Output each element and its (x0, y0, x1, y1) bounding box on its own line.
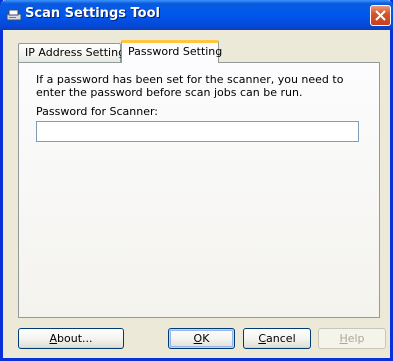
ok-mnemonic: O (193, 332, 203, 345)
title-bar[interactable]: Scan Settings Tool (0, 0, 393, 30)
cancel-button[interactable]: Cancel (243, 328, 311, 349)
about-mnemonic: A (49, 332, 58, 345)
password-label: Password for Scanner: (36, 105, 159, 118)
cancel-mnemonic: C (258, 332, 267, 345)
password-description: If a password has been set for the scann… (36, 73, 344, 99)
close-button[interactable] (370, 5, 391, 26)
tab-password-setting[interactable]: Password Setting (121, 40, 222, 63)
about-button[interactable]: About... (18, 328, 124, 349)
scanner-icon (6, 7, 22, 21)
about-label-rest: bout... (57, 332, 93, 345)
password-input[interactable] (36, 121, 359, 142)
help-mnemonic: H (339, 332, 348, 345)
window-title: Scan Settings Tool (25, 6, 160, 21)
cancel-label-rest: ancel (266, 332, 296, 345)
tab-panel-password-setting: If a password has been set for the scann… (18, 62, 380, 318)
ok-button[interactable]: OK (168, 328, 235, 349)
help-label-rest: elp (347, 332, 365, 345)
close-icon (375, 10, 386, 21)
ok-label-rest: K (202, 332, 210, 345)
dialog-window: Scan Settings Tool IP Address Settings P… (0, 0, 393, 361)
tab-ip-address-settings[interactable]: IP Address Settings (18, 43, 131, 62)
help-button[interactable]: Help (318, 328, 386, 349)
